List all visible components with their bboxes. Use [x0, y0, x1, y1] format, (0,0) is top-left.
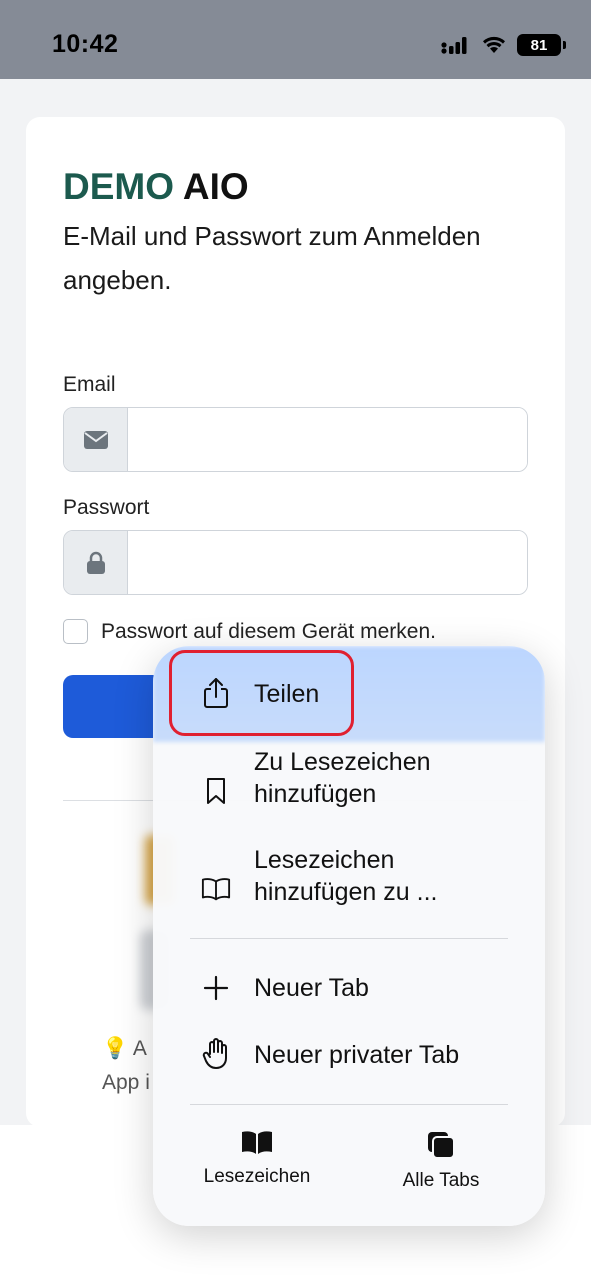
status-icons: 81	[441, 34, 566, 56]
menu-item-add-bookmark-label: Zu Lesezeichen hinzufügen	[254, 746, 431, 810]
menu-item-add-bookmark-to[interactable]: Lesezeichen hinzufügen zu ...	[153, 840, 545, 938]
hint-line2: App i	[102, 1071, 150, 1094]
all-tabs-button[interactable]: Alle Tabs	[356, 1130, 526, 1192]
menu-item-add-bookmark-to-line2: hinzufügen zu ...	[254, 878, 438, 906]
menu-item-new-private-tab[interactable]: Neuer privater Tab	[153, 1024, 545, 1086]
book-icon	[201, 874, 231, 904]
hint-text: 💡 A App i	[102, 1032, 150, 1100]
lightbulb-icon: 💡	[102, 1037, 129, 1060]
bookmark-icon	[201, 776, 231, 806]
envelope-icon	[83, 430, 108, 449]
remember-checkbox[interactable]	[63, 619, 88, 644]
menu-item-add-bookmark-to-line1: Lesezeichen	[254, 846, 395, 874]
menu-item-new-tab-label: Neuer Tab	[254, 974, 369, 1002]
password-input-group	[63, 530, 528, 595]
menu-item-add-bookmark-line2: hinzufügen	[254, 780, 377, 808]
lock-icon	[86, 551, 105, 574]
menu-item-new-tab[interactable]: Neuer Tab	[153, 958, 545, 1018]
password-addon	[64, 531, 128, 594]
bookmarks-button-label: Lesezeichen	[203, 1166, 311, 1187]
remember-label[interactable]: Passwort auf diesem Gerät merken.	[101, 620, 436, 644]
password-field[interactable]	[128, 531, 527, 594]
menu-item-add-bookmark-to-label: Lesezeichen hinzufügen zu ...	[254, 844, 437, 908]
menu-item-add-bookmark[interactable]: Zu Lesezeichen hinzufügen	[153, 742, 545, 840]
bookmarks-button[interactable]: Lesezeichen	[172, 1130, 342, 1188]
email-field[interactable]	[128, 408, 527, 471]
book-filled-icon	[242, 1131, 272, 1154]
signal-icon	[441, 37, 467, 54]
email-label: Email	[63, 373, 116, 396]
hand-icon	[201, 1038, 231, 1069]
password-label: Passwort	[63, 496, 150, 519]
login-subtitle: E-Mail und Passwort zum Anmelden angeben…	[63, 221, 481, 295]
brand-demo: DEMO	[63, 166, 174, 207]
annotation-highlight	[169, 650, 354, 736]
email-addon	[64, 408, 128, 471]
remember-row: Passwort auf diesem Gerät merken.	[63, 619, 436, 644]
status-time: 10:42	[52, 30, 119, 58]
tabs-icon	[428, 1132, 455, 1159]
email-input-group	[63, 407, 528, 472]
wifi-icon	[483, 36, 505, 53]
brand-title: DEMO AIO	[63, 166, 249, 208]
status-bar: 10:42 81	[0, 0, 591, 79]
all-tabs-button-label: Alle Tabs	[402, 1170, 480, 1191]
menu-item-add-bookmark-line1: Zu Lesezeichen	[254, 748, 431, 776]
brand-aio: AIO	[182, 166, 249, 207]
plus-icon	[201, 973, 231, 1003]
menu-separator	[190, 938, 508, 939]
menu-separator-bottom	[190, 1104, 508, 1105]
battery-indicator: 81	[517, 34, 566, 56]
hint-line1: A	[132, 1037, 147, 1060]
menu-item-new-private-tab-label: Neuer privater Tab	[254, 1041, 460, 1069]
